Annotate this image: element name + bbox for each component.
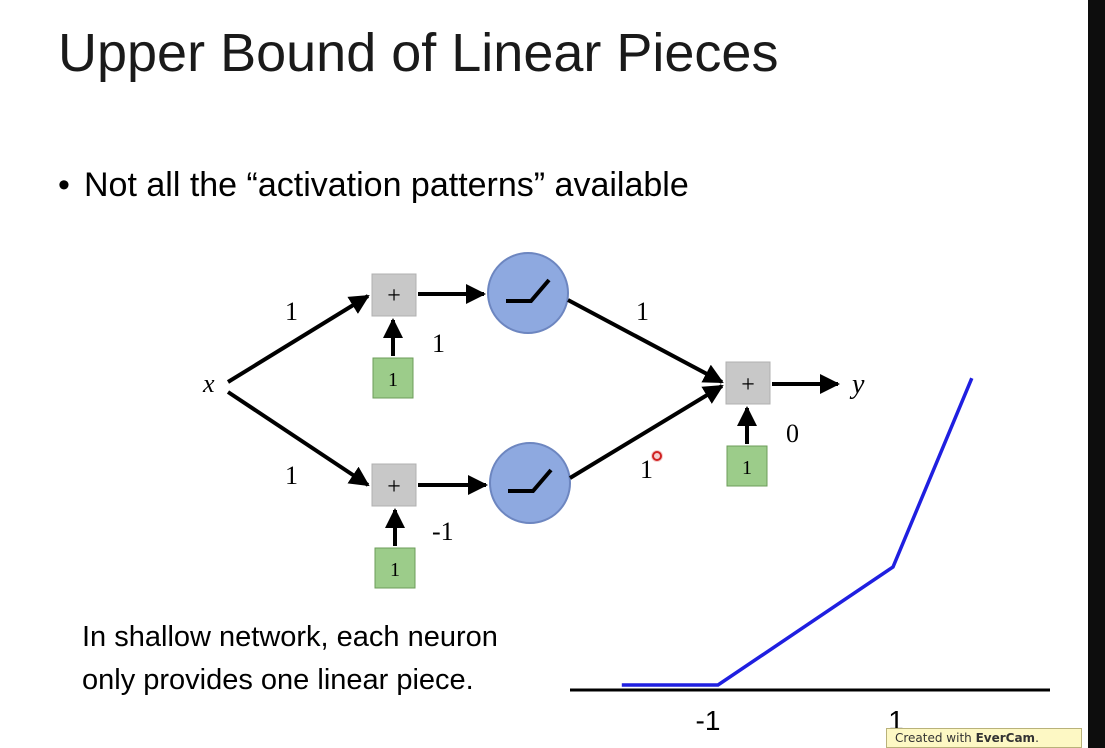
output-bias-input: 1: [742, 457, 752, 479]
bottom-relu-node: [489, 442, 571, 524]
edge-x-to-top-sum: [226, 294, 370, 384]
output-sum-symbol: +: [741, 372, 755, 398]
bottom-bias-input: 1: [390, 559, 400, 581]
caption-text: In shallow network, each neuron only pro…: [82, 621, 498, 696]
output-y-label: y: [849, 369, 865, 400]
evercam-watermark: Created with EverCam.: [886, 728, 1082, 748]
weight-top-to-out: 1: [636, 297, 649, 326]
watermark-suffix: .: [1035, 731, 1039, 745]
plot-tick-label: -1: [696, 705, 721, 736]
edge-x-to-bottom-sum: [226, 390, 370, 487]
piecewise-linear-plot: -1 1: [570, 377, 1050, 736]
weight-x-to-bottom: 1: [285, 461, 298, 490]
output-bias-weight: 0: [786, 419, 799, 448]
top-bias-input: 1: [388, 369, 398, 391]
weight-bottom-to-out: 1: [640, 455, 653, 484]
bottom-bias-weight: -1: [432, 517, 454, 546]
top-sum-symbol: +: [387, 283, 401, 309]
input-x-label: x: [202, 369, 215, 398]
watermark-brand: EverCam: [975, 731, 1036, 745]
weight-x-to-top: 1: [285, 297, 298, 326]
top-bias-weight: 1: [432, 329, 445, 358]
pointer-cursor-icon: [651, 450, 663, 462]
bottom-sum-symbol: +: [387, 474, 401, 500]
watermark-prefix: Created with: [895, 731, 976, 745]
top-relu-node: [487, 252, 569, 334]
